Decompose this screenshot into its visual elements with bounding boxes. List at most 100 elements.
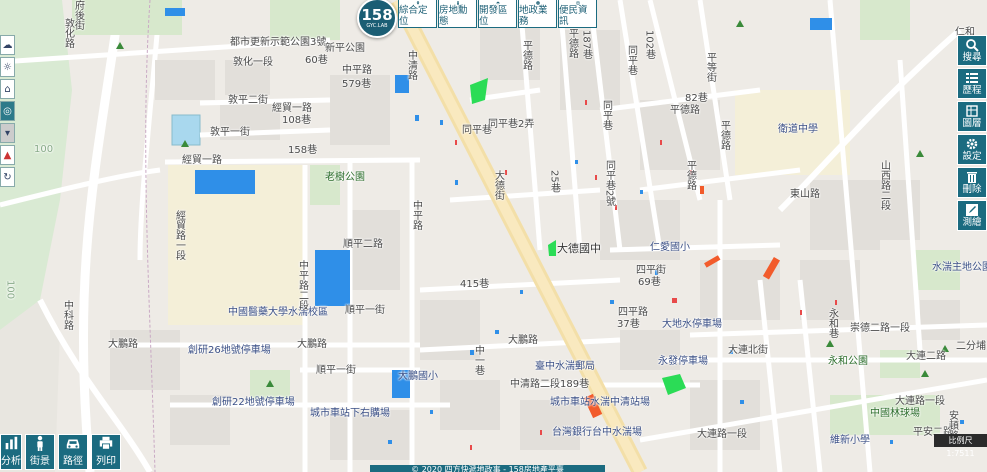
left-toolbar: ☁ ☼ ⌂ ◎ ▾ ▲ ↻ — [0, 35, 15, 189]
street-label: 順平一街 — [345, 305, 385, 316]
real-estate-button-label: 房地勳態 — [439, 5, 468, 27]
location-button[interactable]: 綜合定位 — [398, 0, 437, 28]
street-label: 崇德二路一段 — [850, 323, 910, 334]
street-label: 敦化一段 — [233, 57, 273, 68]
compass-icon: ▲ — [3, 149, 12, 161]
dropdown-button[interactable]: ▾ — [0, 123, 15, 143]
street-label: 大鵬路 — [508, 335, 538, 346]
history-button-label: 歷程 — [962, 85, 982, 96]
elevation-label: 100 — [34, 144, 54, 155]
chart-icon — [5, 436, 18, 450]
street-label: 敦平二街 — [228, 95, 268, 106]
street-label: 中平路 — [342, 65, 372, 76]
cloud-icon: ☁ — [2, 39, 13, 51]
land-admin-button[interactable]: 地政業務 — [518, 0, 557, 28]
locate-button[interactable]: ◎ — [0, 101, 15, 121]
street-label: 同平巷2號 — [603, 160, 615, 207]
street-label: 187巷 — [580, 30, 592, 60]
trash-icon — [967, 172, 977, 183]
poi-label: 衛道中學 — [778, 124, 818, 135]
street-label: 中一巷 — [472, 345, 484, 375]
search-button-label: 搜尋 — [962, 52, 982, 63]
route-button[interactable]: 路徑 — [58, 434, 88, 470]
street-label: 敦平一街 — [210, 127, 250, 138]
delete-button[interactable]: 刪除 — [957, 167, 987, 198]
street-label: 25巷 — [548, 170, 560, 193]
poi-label: 大德國中 — [557, 242, 601, 255]
route-button-label: 路徑 — [63, 456, 83, 467]
print-button[interactable]: 列印 — [91, 434, 121, 470]
history-button[interactable]: 歷程 — [957, 68, 987, 99]
park-label: 都市更新示範公園3號 — [230, 37, 327, 48]
park-label: 新平公園 — [325, 43, 365, 54]
street-label: 敦化路 — [62, 18, 74, 48]
analysis-button-label: 分析 — [1, 456, 21, 467]
dropdown-icon: ▾ — [4, 127, 11, 139]
home-icon: ⌂ — [4, 83, 11, 95]
map-canvas[interactable] — [0, 0, 987, 472]
street-label: 平德路 — [684, 160, 696, 190]
poi-label: 創研22地號停車場 — [212, 397, 295, 408]
layer-button[interactable]: 圖層 — [957, 101, 987, 132]
settings-button-label: 設定 — [962, 151, 982, 162]
measure-button[interactable]: 測繪 — [957, 200, 987, 231]
logo-sub: GYC.LAB — [366, 22, 388, 29]
street-label: 大連路一段 — [895, 396, 945, 407]
weather-button[interactable]: ☁ — [0, 35, 15, 55]
street-label: 大連路一段 — [697, 429, 747, 440]
elevation-label: 100 — [4, 280, 16, 300]
location-button-label: 綜合定位 — [399, 5, 428, 27]
public-info-button[interactable]: 便民資訊 — [558, 0, 597, 28]
poi-label: 創研26地號停車場 — [188, 345, 271, 356]
street-label: 永和巷 — [826, 308, 838, 338]
street-label: 中清路二段 — [510, 379, 560, 390]
search-icon — [966, 39, 979, 52]
right-toolbar: 搜尋 歷程 圖層 設定 刪除 測繪 — [957, 35, 987, 233]
analysis-button[interactable]: 分析 — [0, 434, 22, 470]
street-label: 60巷 — [305, 55, 328, 66]
street-label: 同平巷 — [625, 45, 637, 75]
poi-label: 中國醫藥大學水湍校區 — [228, 307, 328, 318]
person-icon — [37, 435, 43, 451]
street-label: 平等街 — [704, 52, 716, 82]
logo-number: 158 — [361, 5, 393, 24]
park-label: 中國林球場 — [870, 408, 920, 419]
street-label: 平德路 — [566, 28, 578, 58]
street-label: 平德路 — [670, 105, 700, 116]
streetview-button[interactable]: 街景 — [25, 434, 55, 470]
street-label: 中平路 — [410, 200, 422, 230]
real-estate-button[interactable]: 房地勳態 — [438, 0, 477, 28]
delete-button-label: 刪除 — [962, 184, 982, 195]
street-label: 順平一街 — [316, 365, 356, 376]
street-label: 102巷 — [643, 30, 655, 60]
home-button[interactable]: ⌂ — [0, 79, 15, 99]
street-label: 經貿路一段 — [173, 210, 185, 260]
history-icon — [966, 73, 978, 83]
street-label: 府後街 — [72, 0, 84, 30]
street-label: 同平巷2弄 — [488, 119, 535, 130]
street-label: 158巷 — [288, 145, 318, 156]
street-label: 415巷 — [460, 279, 490, 290]
search-button[interactable]: 搜尋 — [957, 35, 987, 66]
development-button[interactable]: 開發區位 — [478, 0, 517, 28]
gear-icon — [966, 138, 978, 150]
street-label: 同平巷 — [600, 100, 612, 130]
street-label: 中清路 — [405, 50, 417, 80]
street-label: 四平街 — [636, 265, 666, 276]
target-icon: ◎ — [3, 105, 12, 117]
poi-label: 大地水停車場 — [662, 319, 722, 330]
poi-label: 維新小學 — [830, 435, 870, 446]
street-label: 四平路 — [618, 307, 648, 318]
refresh-button[interactable]: ↻ — [0, 167, 15, 187]
street-label: 經貿一路 — [272, 103, 312, 114]
brightness-button[interactable]: ☼ — [0, 57, 15, 77]
street-label: 順平二路 — [343, 239, 383, 250]
street-label: 中科路 — [61, 300, 73, 330]
settings-button[interactable]: 設定 — [957, 134, 987, 165]
poi-label: 城市車站下右購場 — [310, 408, 390, 419]
compass-button[interactable]: ▲ — [0, 145, 15, 165]
street-label: 大鵬路 — [108, 339, 138, 350]
public-info-button-label: 便民資訊 — [559, 5, 588, 27]
street-label: 經貿一路 — [182, 155, 222, 166]
bottom-toolbar: 分析 街景 路徑 列印 — [0, 434, 124, 470]
